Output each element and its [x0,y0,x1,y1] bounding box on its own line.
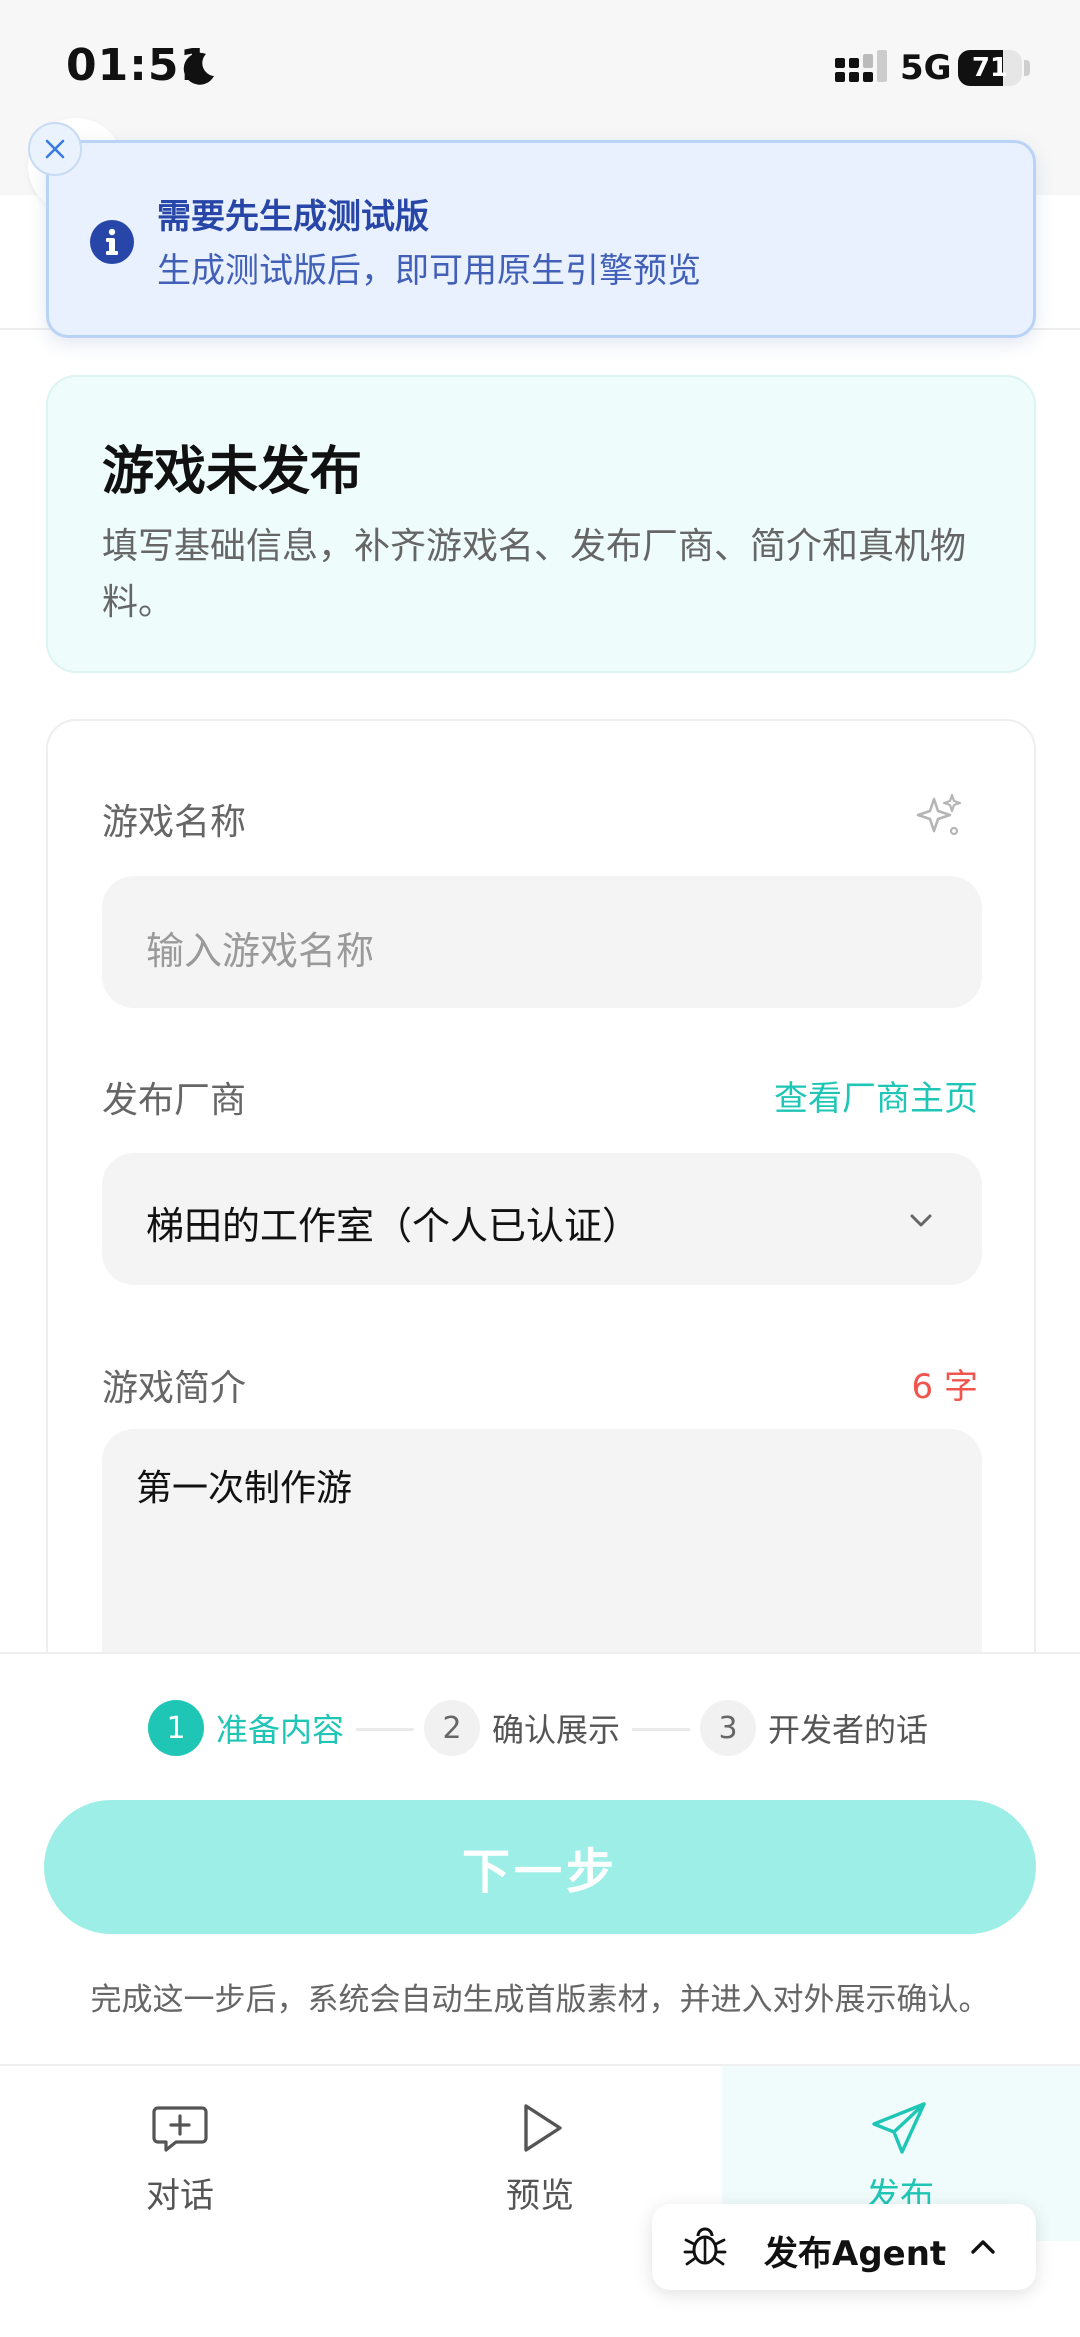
step-number: 3 [700,1700,756,1756]
step-3: 3 开发者的话 [700,1700,928,1756]
bottom-tab-bar: 对话 预览 发布 [0,2064,1080,2337]
intro-label: 游戏简介 [102,1368,247,1409]
signal-icon [835,50,887,82]
game-name-placeholder: 输入游戏名称 [146,929,375,973]
publish-agent-button[interactable]: 发布Agent [652,2204,1036,2290]
bug-icon [683,2227,727,2266]
chat-add-icon [152,2106,208,2152]
step-2: 2 确认展示 [424,1700,620,1756]
chevron-up-icon [971,2240,995,2254]
play-icon [524,2104,562,2152]
moon-icon [183,52,214,85]
battery-cap [1024,60,1030,76]
view-publisher-link[interactable]: 查看厂商主页 [774,1071,978,1120]
send-icon [872,2102,926,2154]
page-description: 填写基础信息，补齐游戏名、发布厂商、简介和真机物料。 [102,526,967,623]
next-step-button[interactable]: 下一步 [44,1800,1036,1934]
intro-value: 第一次制作游 [136,1468,353,1509]
agent-label: 发布Agent [764,2234,947,2274]
battery-level: 71 [971,53,1009,83]
toast-close-button[interactable] [28,122,82,176]
chevron-down-icon [910,1214,932,1227]
network-label: 5G [900,48,952,88]
hint-text: 完成这一步后，系统会自动生成首版素材，并进入对外展示确认。 [90,1982,990,2018]
notice-toast: 需要先生成测试版 生成测试版后，即可用原生引擎预览 [46,140,1036,338]
publisher-select[interactable]: 梯田的工作室（个人已认证） [102,1153,982,1285]
tab-chat[interactable]: 对话 [0,2066,360,2246]
step-1: 1 准备内容 [148,1700,344,1756]
form-card: 游戏名称 输入游戏名称 发布厂商 查看厂商主页 梯田的工作室（个人已认证） 游戏… [46,719,1036,1719]
step-label: 确认展示 [492,1711,621,1749]
battery-indicator: 71 [958,50,1022,86]
toast-title: 需要先生成测试版 [157,197,429,237]
step-label: 准备内容 [216,1711,345,1749]
sparkle-icon[interactable] [914,791,964,841]
step-connector [356,1728,414,1731]
intro-char-count: 6 字 [911,1367,978,1407]
toast-message: 生成测试版后，即可用原生引擎预览 [157,251,701,291]
publisher-value: 梯田的工作室（个人已认证） [146,1204,641,1248]
page-title: 游戏未发布 [102,442,363,502]
step-connector [632,1728,690,1731]
step-number: 1 [148,1700,204,1756]
step-label: 开发者的话 [768,1711,929,1749]
status-card: 游戏未发布 填写基础信息，补齐游戏名、发布厂商、简介和真机物料。 [46,375,1036,673]
bottom-action-panel: 1 准备内容 2 确认展示 3 开发者的话 下一步 完成这一步后，系统会自动生成… [0,1652,1080,2064]
game-name-label: 游戏名称 [102,802,247,843]
info-icon [90,220,134,264]
publisher-label: 发布厂商 [102,1080,247,1121]
close-icon [45,139,65,159]
step-number: 2 [424,1700,480,1756]
tab-label: 对话 [146,2176,214,2216]
game-name-input[interactable]: 输入游戏名称 [102,876,982,1008]
